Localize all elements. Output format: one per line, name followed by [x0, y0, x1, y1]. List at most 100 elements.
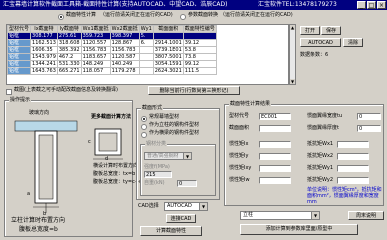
- table-cell[interactable]: [182, 32, 217, 40]
- table-cell[interactable]: 1156.783: [80, 46, 111, 54]
- flange-width-field[interactable]: 0: [357, 113, 381, 120]
- table-cell[interactable]: 111.5: [182, 67, 217, 75]
- table-cell[interactable]: 118.057: [80, 67, 111, 75]
- table-cell[interactable]: 2914.1001: [152, 39, 184, 47]
- iy-field[interactable]: [259, 153, 291, 160]
- table-row[interactable]: 铝框 1344.241 531.330 148.249 140.249 3054.1591…: [7, 60, 217, 68]
- section-table[interactable]: 型材代号 Ix截面特 Iy截面特 Wx1截面抵 Wx2截面抵 Wy1 截面面积 …: [6, 24, 289, 85]
- table-cell[interactable]: 275.61: [56, 32, 82, 40]
- table-cell[interactable]: 398.397: [109, 32, 140, 40]
- table-cell[interactable]: 铝框: [7, 32, 32, 40]
- clear-button[interactable]: 清除: [343, 38, 363, 47]
- delete-row-button[interactable]: 删除当前行(行数尚第三换形记): [148, 86, 240, 95]
- table-cell[interactable]: 318.608: [56, 39, 82, 47]
- table-cell[interactable]: 6.: [138, 39, 154, 47]
- col-header[interactable]: Ix截面特: [30, 25, 58, 33]
- table-cell[interactable]: 5.: [138, 32, 154, 40]
- table-cell[interactable]: 99.12: [182, 60, 217, 68]
- wx2-field[interactable]: [337, 153, 369, 160]
- scroll-up-icon[interactable]: ▲: [290, 25, 295, 30]
- table-cell[interactable]: 1156.783: [109, 46, 140, 54]
- open-button[interactable]: 打开: [300, 26, 320, 35]
- flange-thickness-field[interactable]: 0: [357, 125, 381, 132]
- table-cell[interactable]: 3054.1591: [152, 60, 184, 68]
- profile-code-field[interactable]: EC001: [259, 113, 291, 120]
- table-cell[interactable]: 308.177: [30, 32, 58, 40]
- table-cell[interactable]: [152, 32, 184, 40]
- col-header[interactable]: Wy1: [138, 25, 154, 33]
- table-cell[interactable]: 1162.513: [30, 39, 58, 47]
- wy1-field[interactable]: [337, 165, 369, 172]
- table-cell[interactable]: 1606.35: [30, 46, 58, 54]
- radio-normal-profile[interactable]: [141, 115, 147, 122]
- table-cell[interactable]: 1344.241: [30, 60, 58, 68]
- ix-field[interactable]: [259, 141, 291, 148]
- weight-field[interactable]: 0: [177, 180, 197, 187]
- cad-select[interactable]: AUTOCAD ▼: [164, 202, 208, 211]
- table-cell[interactable]: [138, 60, 154, 68]
- strength-field[interactable]: 215: [144, 171, 172, 178]
- col-header[interactable]: 截面特性编号: [182, 25, 217, 33]
- calc-section-button[interactable]: 计算截面特性: [140, 226, 202, 236]
- edit-checkbox[interactable]: [6, 88, 12, 95]
- table-cell[interactable]: 1120.587: [109, 53, 140, 61]
- table-cell[interactable]: 铝框: [7, 60, 32, 68]
- table-cell[interactable]: [138, 67, 154, 75]
- table-cell[interactable]: 3739.1E01: [152, 46, 184, 54]
- col-header[interactable]: 型材代号: [7, 25, 32, 33]
- iw-field[interactable]: [259, 177, 291, 184]
- table-row[interactable]: 铝框 1643.763 665.271 118.057 1179.278 2624.302…: [7, 67, 217, 75]
- table-cell[interactable]: 73.8: [182, 53, 217, 61]
- steel-type-select[interactable]: 普通/高强钢材 ▼: [144, 152, 192, 160]
- add-to-library-button[interactable]: 添加计算到参数库里面/原型中: [240, 224, 358, 235]
- radio-steel-column[interactable]: [141, 123, 147, 130]
- area-field[interactable]: [259, 125, 291, 132]
- table-cell[interactable]: 665.271: [56, 67, 82, 75]
- member-type-select[interactable]: 立柱 ▼: [240, 211, 320, 220]
- table-cell[interactable]: 359.723: [80, 32, 111, 40]
- maximize-button[interactable]: □: [367, 1, 376, 9]
- table-cell[interactable]: 铝框: [7, 67, 32, 75]
- table-cell[interactable]: 铝框: [7, 53, 32, 61]
- table-row[interactable]: 铝框 1162.513 318.608 1120.557 128.867 6. 2914.1…: [7, 39, 217, 47]
- wx1-field[interactable]: [337, 141, 369, 148]
- table-cell[interactable]: [138, 53, 154, 61]
- autocad-button[interactable]: AUTOCAD: [300, 38, 341, 47]
- minimize-button[interactable]: _: [357, 1, 366, 9]
- table-cell[interactable]: 385.392: [56, 46, 82, 54]
- table-cell[interactable]: [138, 46, 154, 54]
- ixy-field[interactable]: [259, 165, 291, 172]
- save-button[interactable]: 保存: [321, 26, 341, 35]
- table-row[interactable]: 铝框 308.177 275.61 359.723 398.397 5.: [7, 32, 217, 40]
- table-cell[interactable]: 铝框: [7, 46, 32, 54]
- col-header[interactable]: Wx1截面抵: [80, 25, 111, 33]
- table-cell[interactable]: 1183.657: [80, 53, 111, 61]
- table-cell[interactable]: 128.867: [109, 39, 140, 47]
- table-cell[interactable]: 1179.278: [109, 67, 140, 75]
- table-cell[interactable]: 531.330: [56, 60, 82, 68]
- table-cell[interactable]: 140.249: [109, 60, 140, 68]
- table-cell[interactable]: 1120.557: [80, 39, 111, 47]
- close-button[interactable]: ×: [377, 1, 386, 9]
- table-cell[interactable]: 铝框: [7, 39, 32, 47]
- table-row[interactable]: 铝框 1543.979 467.2 1183.657 1120.587 3807.5001…: [7, 53, 217, 61]
- radio-steel-beam[interactable]: [141, 131, 147, 138]
- table-cell[interactable]: 39.12: [182, 39, 217, 47]
- table-scrollbar[interactable]: ▲ ▼: [289, 24, 296, 85]
- col-header[interactable]: Iy截面特: [56, 25, 82, 33]
- table-cell[interactable]: 2624.3021: [152, 67, 184, 75]
- table-cell[interactable]: 467.2: [56, 53, 82, 61]
- scroll-down-icon[interactable]: ▼: [290, 79, 295, 84]
- connect-cad-button[interactable]: 连接CAD: [166, 214, 196, 223]
- wy2-field[interactable]: [337, 177, 369, 184]
- table-cell[interactable]: 1543.979: [30, 53, 58, 61]
- table-row[interactable]: 铝框 1606.35 385.392 1156.783 1156.783 3739.1E0…: [7, 46, 217, 54]
- table-cell[interactable]: 148.249: [80, 60, 111, 68]
- col-header[interactable]: Wx2截面抵: [109, 25, 140, 33]
- table-cell[interactable]: 53.8: [182, 46, 217, 54]
- help-button[interactable]: 周末说明: [348, 211, 384, 220]
- table-cell[interactable]: 1643.763: [30, 67, 58, 75]
- radio-param-convert[interactable]: [180, 13, 186, 20]
- radio-section-calc[interactable]: [58, 13, 64, 20]
- col-header[interactable]: 截面面积: [152, 25, 184, 33]
